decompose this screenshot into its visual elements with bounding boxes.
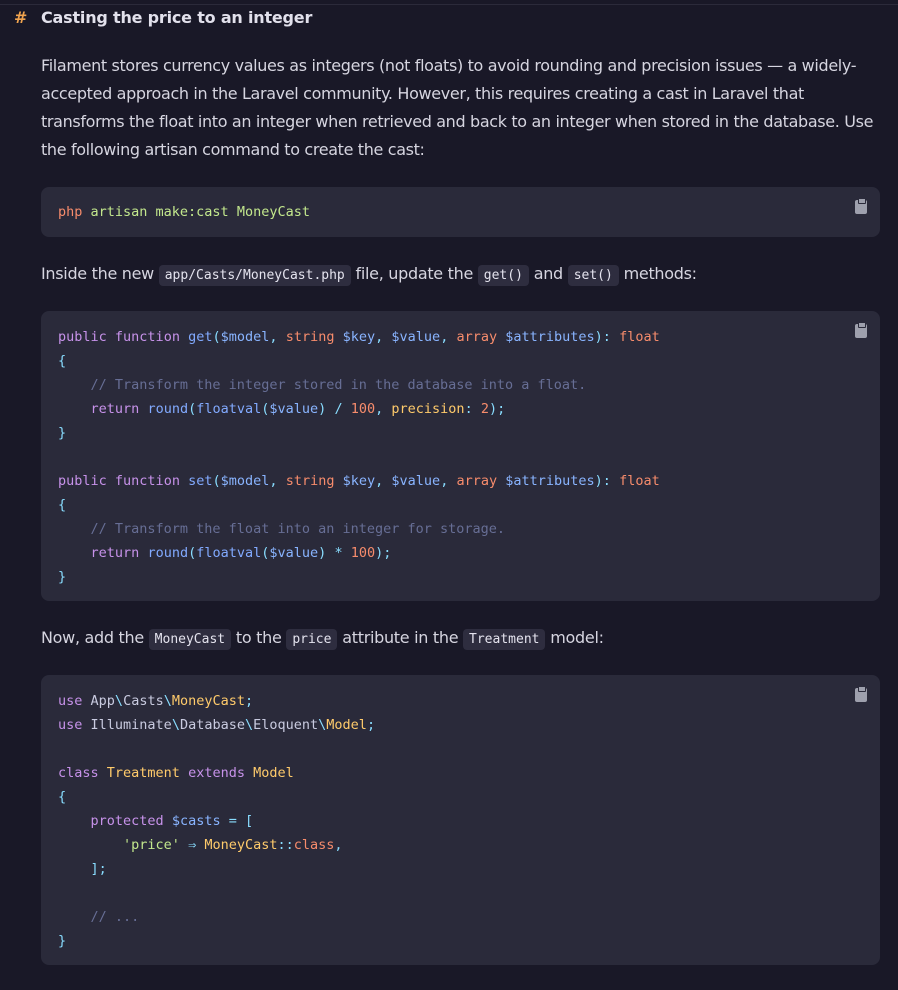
- inline-code-set: set(): [567, 265, 619, 286]
- inline-code-get: get(): [477, 265, 529, 286]
- inline-code-moneycast: MoneyCast: [148, 629, 232, 650]
- heading-title: Casting the price to an integer: [41, 8, 313, 27]
- inline-code-treatment: Treatment: [463, 629, 546, 650]
- inline-code-price: price: [286, 629, 338, 650]
- treatment-model-code-block: use App\Casts\MoneyCast; use Illuminate\…: [41, 675, 880, 965]
- top-divider: [0, 4, 898, 5]
- treatment-model-code: use App\Casts\MoneyCast; use Illuminate\…: [58, 693, 376, 949]
- copy-button[interactable]: [855, 686, 867, 702]
- moneycast-code: public function get($model, string $key,…: [58, 329, 660, 585]
- command-code-block: php artisan make:cast MoneyCast: [41, 187, 880, 237]
- heading-anchor-link[interactable]: #: [14, 8, 27, 27]
- intro-paragraph: Filament stores currency values as integ…: [41, 56, 874, 159]
- copy-button[interactable]: [855, 198, 867, 214]
- section-heading: # Casting the price to an integer: [0, 6, 898, 30]
- update-methods-paragraph: Inside the new app/Casts/MoneyCast.php f…: [41, 260, 881, 290]
- moneycast-code-block: public function get($model, string $key,…: [41, 311, 880, 601]
- add-cast-paragraph: Now, add the MoneyCast to the price attr…: [41, 624, 881, 654]
- command-code: php artisan make:cast MoneyCast: [58, 204, 310, 220]
- inline-code-file: app/Casts/MoneyCast.php: [158, 265, 351, 286]
- copy-button[interactable]: [855, 322, 867, 338]
